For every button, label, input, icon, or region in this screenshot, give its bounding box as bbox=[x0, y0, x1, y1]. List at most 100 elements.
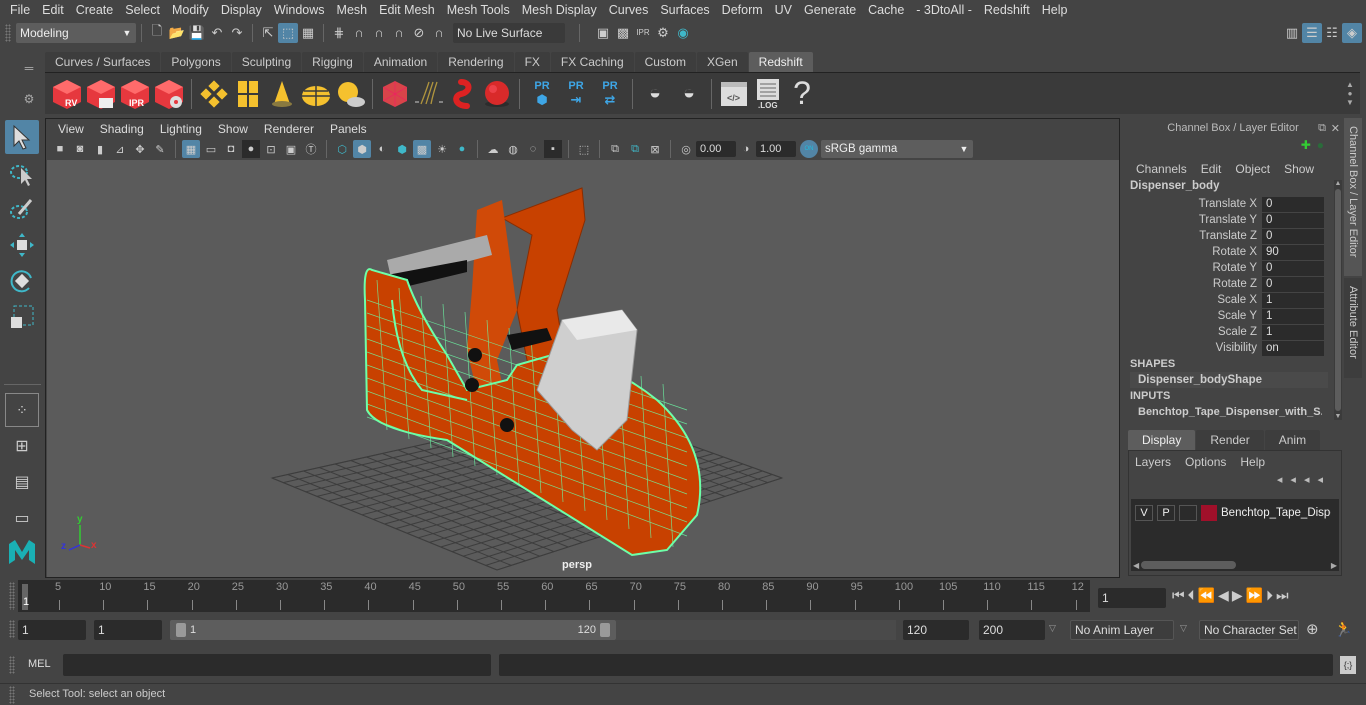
camera-select-icon[interactable]: ■ bbox=[51, 140, 69, 158]
depth-of-field-icon[interactable]: ▪ bbox=[544, 140, 562, 158]
layer-playback-toggle[interactable]: P bbox=[1157, 505, 1175, 521]
smooth-shade-icon[interactable]: ⬢ bbox=[353, 140, 371, 158]
camera-attributes-icon[interactable]: ◙ bbox=[71, 140, 89, 158]
ies-light-icon[interactable] bbox=[266, 78, 298, 110]
channel-value-field[interactable]: 90 bbox=[1262, 244, 1324, 260]
layer-name[interactable]: Benchtop_Tape_Dispenser bbox=[1221, 507, 1331, 519]
ipr-render-icon[interactable]: IPR bbox=[633, 23, 653, 43]
channel-value-field[interactable]: 0 bbox=[1262, 276, 1324, 292]
shelf-tab-curves-surfaces[interactable]: Curves / Surfaces bbox=[45, 52, 161, 72]
open-scene-icon[interactable]: 📂 bbox=[167, 23, 187, 43]
shelf-tab-rigging[interactable]: Rigging bbox=[302, 52, 363, 72]
channel-row[interactable]: Scale X1 bbox=[1122, 292, 1344, 308]
channel-label[interactable]: Rotate Y bbox=[1122, 262, 1262, 274]
live-surface-field[interactable]: No Live Surface bbox=[453, 22, 565, 43]
layer-visibility-toggle[interactable]: V bbox=[1135, 505, 1153, 521]
layer-menu-help[interactable]: Help bbox=[1240, 455, 1265, 469]
channel-menu-edit[interactable]: Edit bbox=[1201, 162, 1222, 176]
film-gate-icon[interactable]: ▭ bbox=[202, 140, 220, 158]
menu-create[interactable]: Create bbox=[70, 3, 120, 17]
channel-value-field[interactable]: on bbox=[1262, 340, 1324, 356]
graph-layout-icon[interactable]: ▭ bbox=[5, 501, 39, 535]
shelf-scroll[interactable]: ▲ ● ▼ bbox=[1344, 80, 1356, 107]
paint-select-tool-icon[interactable] bbox=[5, 192, 39, 226]
shelf-tab-custom[interactable]: Custom bbox=[634, 52, 696, 72]
portal-light-icon[interactable] bbox=[232, 78, 264, 110]
channel-menu-object[interactable]: Object bbox=[1235, 162, 1270, 176]
select-component-icon[interactable]: ▦ bbox=[298, 23, 318, 43]
color-management-toggle[interactable]: ON bbox=[800, 140, 818, 158]
go-to-start-icon[interactable]: ⏮ bbox=[1172, 587, 1185, 604]
shelf-tab-xgen[interactable]: XGen bbox=[696, 52, 748, 72]
sun-sky-icon[interactable] bbox=[334, 78, 366, 110]
menu-mesh-tools[interactable]: Mesh Tools bbox=[441, 3, 516, 17]
anim-layer-dropdown[interactable]: No Anim Layer bbox=[1070, 620, 1174, 640]
shadows-icon[interactable]: ● bbox=[453, 140, 471, 158]
layer-type-toggle[interactable] bbox=[1179, 505, 1197, 521]
xray-joints-icon[interactable]: ⊠ bbox=[646, 140, 664, 158]
shelf-tab-polygons[interactable]: Polygons bbox=[161, 52, 231, 72]
channel-menu-show[interactable]: Show bbox=[1284, 162, 1314, 176]
bake-pie-icon[interactable]: ◒ bbox=[639, 78, 671, 110]
area-light-icon[interactable] bbox=[198, 78, 230, 110]
move-tool-icon[interactable] bbox=[5, 228, 39, 262]
layer-tab-render[interactable]: Render bbox=[1196, 430, 1264, 450]
redshift-ipr-icon[interactable]: IPR bbox=[119, 78, 151, 110]
play-forwards-icon[interactable]: ▶ bbox=[1232, 587, 1243, 604]
channel-label[interactable]: Scale Z bbox=[1122, 326, 1262, 338]
layer-hscrollbar[interactable]: ◀ ▶ bbox=[1131, 559, 1339, 571]
start-time-field[interactable]: 1 bbox=[18, 620, 86, 640]
viewport-menu-panels[interactable]: Panels bbox=[322, 122, 375, 136]
channel-row[interactable]: Rotate Y0 bbox=[1122, 260, 1344, 276]
mel-label[interactable]: MEL bbox=[28, 658, 51, 670]
hair-icon[interactable] bbox=[413, 78, 445, 110]
viewport-3d-scene[interactable]: y x z persp bbox=[47, 160, 1119, 577]
range-slider[interactable]: 1 120 bbox=[170, 620, 616, 640]
menu-file[interactable]: File bbox=[4, 3, 36, 17]
step-back-frame-icon[interactable]: ⏴ bbox=[1188, 587, 1195, 604]
channel-label[interactable]: Rotate Z bbox=[1122, 278, 1262, 290]
grip-handle[interactable] bbox=[9, 620, 15, 638]
scale-tool-icon[interactable] bbox=[5, 300, 39, 334]
grip-handle[interactable] bbox=[9, 582, 15, 610]
channel-row[interactable]: Rotate Z0 bbox=[1122, 276, 1344, 292]
channel-scrollbar[interactable]: ▲ ▼ bbox=[1334, 180, 1342, 420]
modeling-toolkit-icon[interactable]: ▥ bbox=[1282, 23, 1302, 43]
grip-handle[interactable] bbox=[9, 686, 15, 704]
outliner-layout-icon[interactable]: ▤ bbox=[5, 465, 39, 499]
isolate-select-icon[interactable]: ⬚ bbox=[575, 140, 593, 158]
shelf-settings-icon[interactable]: ⚙ bbox=[24, 92, 35, 106]
new-layer-selected-icon[interactable]: ◂ bbox=[1317, 474, 1331, 486]
volume-icon[interactable] bbox=[447, 78, 479, 110]
channel-row[interactable]: Visibility on bbox=[1122, 340, 1344, 356]
channel-row[interactable]: Translate Z0 bbox=[1122, 228, 1344, 244]
shelf-tab-fx[interactable]: FX bbox=[514, 52, 550, 72]
menu-uv[interactable]: UV bbox=[769, 3, 798, 17]
channel-value-field[interactable]: 0 bbox=[1262, 196, 1324, 212]
xray-icon[interactable]: ⧉ bbox=[606, 140, 624, 158]
redshift-render-sequence-icon[interactable] bbox=[85, 78, 117, 110]
pr-export-icon[interactable]: PR ⇥ bbox=[560, 78, 592, 110]
grid-toggle-icon[interactable]: ▦ bbox=[182, 140, 200, 158]
snap-grid-icon[interactable]: ⋕ bbox=[329, 23, 349, 43]
bake-pie-hot-icon[interactable]: ◒ bbox=[673, 78, 705, 110]
shelf-tab-sculpting[interactable]: Sculpting bbox=[231, 52, 302, 72]
gate-mask-icon[interactable]: ● bbox=[242, 140, 260, 158]
shelf-tab-fx-caching[interactable]: FX Caching bbox=[550, 52, 634, 72]
close-icon[interactable]: ✕ bbox=[1331, 122, 1340, 135]
layer-menu-options[interactable]: Options bbox=[1185, 455, 1226, 469]
input-item[interactable]: Benchtop_Tape_Dispenser_with_S... bbox=[1122, 404, 1322, 420]
safe-title-icon[interactable]: Ⓣ bbox=[302, 140, 320, 158]
channel-box-toggle-icon[interactable]: ◈ bbox=[1342, 22, 1362, 43]
menu-edit-mesh[interactable]: Edit Mesh bbox=[373, 3, 441, 17]
save-scene-icon[interactable]: 💾 bbox=[187, 23, 207, 43]
snap-surface-icon[interactable]: ⊘ bbox=[409, 23, 429, 43]
channel-label[interactable]: Translate Z bbox=[1122, 230, 1262, 242]
auto-key-icon[interactable]: ⊕ bbox=[1306, 620, 1319, 638]
channel-label[interactable]: Scale X bbox=[1122, 294, 1262, 306]
undo-icon[interactable]: ↶ bbox=[207, 23, 227, 43]
time-slider[interactable]: 1 5 10 15 20 25 30 35 40 45 50 55 60 65 70 75 80 85 90 95 1… bbox=[18, 580, 1090, 612]
script-editor-icon[interactable]: {;} bbox=[1340, 656, 1356, 674]
menu-redshift[interactable]: Redshift bbox=[978, 3, 1036, 17]
layer-tab-display[interactable]: Display bbox=[1128, 430, 1196, 450]
